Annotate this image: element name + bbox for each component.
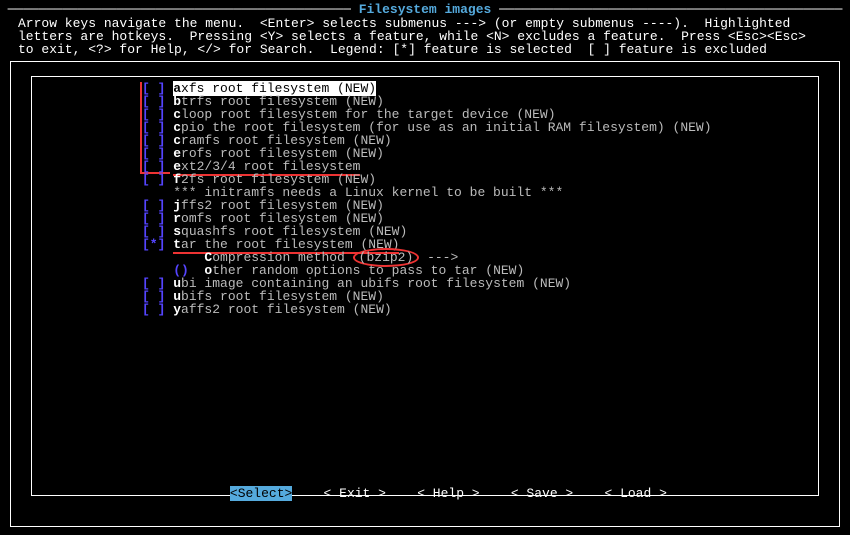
window-title: Filesystem images [359,3,492,16]
save-button[interactable]: < Save > [511,486,573,501]
exit-button[interactable]: < Exit > [324,486,386,501]
help-text: Arrow keys navigate the menu. <Enter> se… [18,17,832,56]
load-button[interactable]: < Load > [604,486,666,501]
menu-item[interactable]: [ ] yaffs2 root filesystem (NEW) [142,303,712,316]
help-button[interactable]: < Help > [417,486,479,501]
rule-left: ────────────────────────────────────────… [8,2,359,17]
rule-right: ────────────────────────────────────────… [491,2,842,17]
screen: ────────────────────────────────────────… [0,0,850,535]
window-title-bar: ────────────────────────────────────────… [0,3,850,16]
button-bar: <Select> < Exit > < Help > < Save > < Lo… [11,474,839,513]
menu-list[interactable]: [ ] axfs root filesystem (NEW)[ ] btrfs … [142,82,712,316]
select-button[interactable]: <Select> [230,486,292,501]
